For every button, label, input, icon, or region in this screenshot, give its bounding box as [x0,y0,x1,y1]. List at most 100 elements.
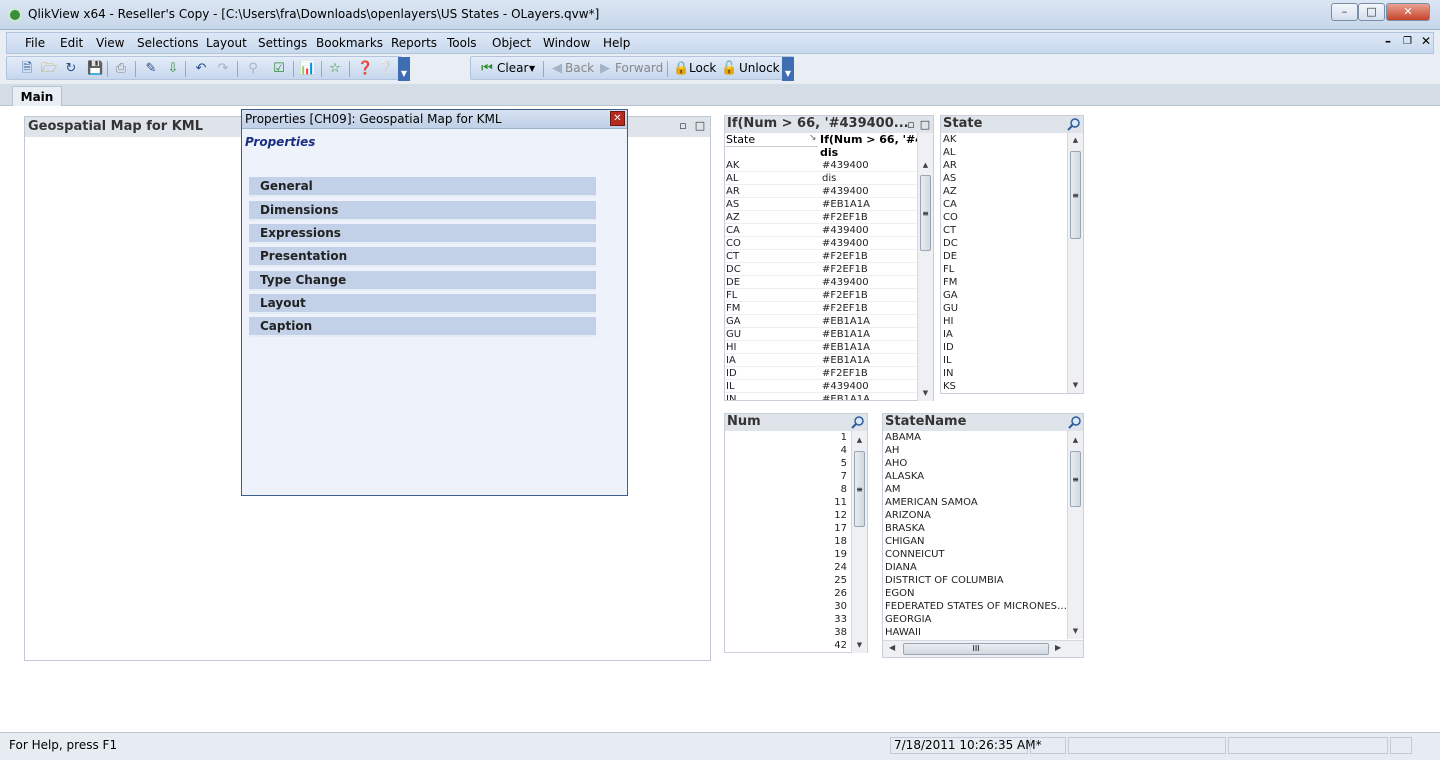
table-cell-color[interactable]: #439400 [822,237,914,250]
list-item[interactable]: 7 [727,470,847,483]
list-item[interactable]: CHIGAN [885,535,1067,548]
table-cell-color[interactable]: #F2EF1B [822,367,914,380]
scroll-down-icon[interactable]: ▼ [1068,379,1083,391]
scroll-down-icon[interactable]: ▼ [918,387,933,399]
lock-icon[interactable]: 🔒 [673,61,689,77]
menu-tools[interactable]: Tools [447,36,477,50]
table-cell-state[interactable]: HI [726,341,816,354]
minimize-object-icon[interactable]: ▫ [677,120,689,132]
maximize-button[interactable]: □ [1358,3,1385,21]
list-item[interactable]: AR [943,159,1063,172]
list-item[interactable]: 19 [727,548,847,561]
search-icon[interactable]: ⚲ [245,61,261,77]
list-item[interactable]: AZ [943,185,1063,198]
list-item[interactable]: ALASKA [885,470,1067,483]
table-cell-color[interactable]: #F2EF1B [822,302,914,315]
save-icon[interactable]: 💾 [87,61,103,77]
list-item[interactable]: 12 [727,509,847,522]
list-item[interactable]: IA [943,328,1063,341]
num-list-scrollbar[interactable]: ▲ ≡ ▼ [851,431,867,653]
state-list-scrollbar[interactable]: ▲ ≡ ▼ [1067,133,1083,393]
clear-dropdown-icon[interactable]: ▼ [529,64,535,73]
scroll-down-icon[interactable]: ▼ [852,639,867,651]
table-cell-color[interactable]: dis [822,172,914,185]
section-type-change[interactable]: Type Change [249,271,596,291]
menu-layout[interactable]: Layout [206,36,247,50]
menu-help[interactable]: Help [603,36,630,50]
section-layout[interactable]: Layout [249,294,596,314]
menu-object[interactable]: Object [492,36,531,50]
export-icon[interactable]: ⇩ [165,61,181,77]
back-button[interactable]: Back [565,61,594,75]
scroll-left-icon[interactable]: ◀ [889,643,895,652]
list-item[interactable]: 17 [727,522,847,535]
statename-list-scrollbar[interactable]: ▲ ≡ ▼ [1067,431,1083,639]
list-item[interactable]: 33 [727,613,847,626]
table-cell-color[interactable]: #EB1A1A [822,354,914,367]
list-item[interactable]: CA [943,198,1063,211]
list-item[interactable]: ID [943,341,1063,354]
list-item[interactable]: AK [943,133,1063,146]
table-cell-color[interactable]: #EB1A1A [822,341,914,354]
search-icon[interactable] [851,415,865,429]
table-cell-color[interactable]: #439400 [822,224,914,237]
num-listbox[interactable]: Num 1 4 5 7 8 11 12 17 18 19 24 25 26 30 33 38 42 ▲ ≡ ▼ [724,413,868,653]
list-item[interactable]: 24 [727,561,847,574]
scroll-thumb[interactable]: ≡ [1070,151,1081,239]
table-cell-color[interactable]: #F2EF1B [822,263,914,276]
table-cell-color[interactable]: #EB1A1A [822,198,914,211]
section-caption[interactable]: Caption [249,317,596,337]
table-cell-state[interactable]: CA [726,224,816,237]
toolbar2-options-icon[interactable]: ▼ [782,57,794,81]
clear-icon[interactable]: ⏮ [479,61,495,77]
scroll-right-icon[interactable]: ▶ [1055,643,1061,652]
table-cell-color[interactable]: #439400 [822,185,914,198]
state-listbox[interactable]: State AK AL AR AS AZ CA CO CT DC DE FL FM GA GU HI IA ID… [940,115,1084,394]
bookmark-star-icon[interactable]: ☆ [327,61,343,77]
scroll-thumb[interactable]: ≡ [1070,451,1081,507]
column-header-state[interactable]: State ↘ [725,133,818,147]
list-item[interactable]: 30 [727,600,847,613]
section-presentation[interactable]: Presentation [249,247,596,267]
color-table-box[interactable]: If(Num > 66, '#439400... ▫ □ State ↘ If(… [724,115,934,401]
table-cell-state[interactable]: DC [726,263,816,276]
table-cell-state[interactable]: CO [726,237,816,250]
section-general[interactable]: General [249,177,596,197]
list-item[interactable]: HAWAII [885,626,1067,639]
list-item[interactable]: DC [943,237,1063,250]
list-item[interactable]: HI [943,315,1063,328]
menu-view[interactable]: View [96,36,124,50]
table-cell-state[interactable]: AL [726,172,816,185]
close-dialog-icon[interactable]: ✕ [610,111,625,126]
list-item[interactable]: AL [943,146,1063,159]
statename-listbox[interactable]: StateName ABAMA AH AHO ALASKA AM AMERICAN SAM… [882,413,1084,658]
list-item[interactable]: FL [943,263,1063,276]
list-item[interactable]: CT [943,224,1063,237]
search-icon[interactable] [1067,117,1081,131]
list-item[interactable]: GA [943,289,1063,302]
list-item[interactable]: GU [943,302,1063,315]
table-cell-color[interactable]: #439400 [822,380,914,393]
list-item[interactable]: AM [885,483,1067,496]
current-selections-icon[interactable]: ☑ [271,61,287,77]
table-cell-state[interactable]: AK [726,159,816,172]
list-item[interactable]: DISTRICT OF COLUMBIA [885,574,1067,587]
menu-reports[interactable]: Reports [391,36,437,50]
unlock-button[interactable]: Unlock [739,61,780,75]
list-item[interactable]: FEDERATED STATES OF MICRONES… [885,600,1067,613]
table-cell-state[interactable]: AZ [726,211,816,224]
scroll-up-icon[interactable]: ▲ [1068,134,1083,146]
scroll-down-icon[interactable]: ▼ [1068,625,1083,637]
scroll-up-icon[interactable]: ▲ [852,434,867,446]
new-document-icon[interactable]: 🗎 [19,61,35,77]
help-icon[interactable]: ❓ [357,61,373,77]
table-cell-color[interactable]: #EB1A1A [822,393,914,400]
list-item[interactable]: 18 [727,535,847,548]
list-item[interactable]: AH [885,444,1067,457]
statename-hscrollbar[interactable]: ◀ III ▶ [883,640,1083,657]
list-item[interactable]: ABAMA [885,431,1067,444]
list-item[interactable]: 38 [727,626,847,639]
menu-selections[interactable]: Selections [137,36,199,50]
section-expressions[interactable]: Expressions [249,224,596,244]
list-item[interactable]: ARIZONA [885,509,1067,522]
